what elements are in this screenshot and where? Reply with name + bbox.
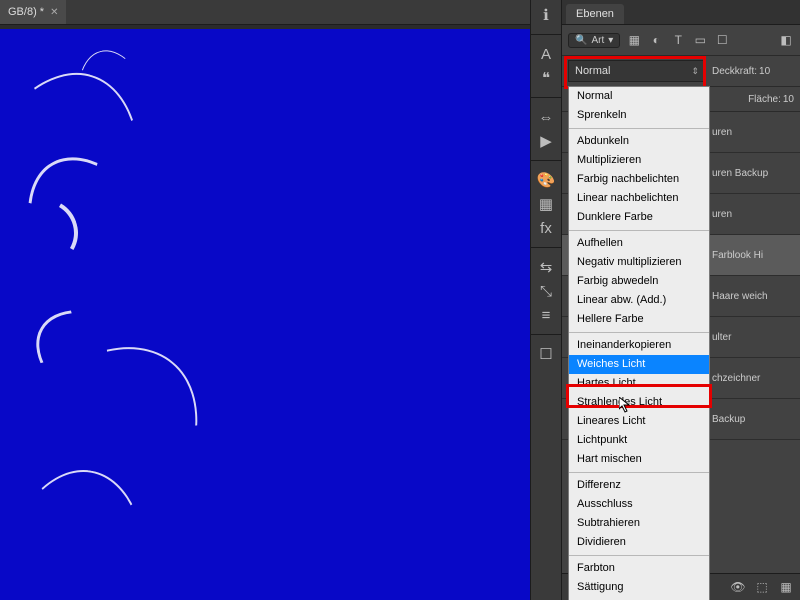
blend-option[interactable]: Hartes Licht: [569, 374, 709, 393]
layer-name: uren: [712, 209, 732, 220]
paragraph-icon[interactable]: ❝: [535, 67, 557, 89]
blend-option[interactable]: Ineinanderkopieren: [569, 336, 709, 355]
separator: [531, 97, 561, 98]
blend-option[interactable]: Farbig abwedeln: [569, 272, 709, 291]
blend-option[interactable]: Lineares Licht: [569, 412, 709, 431]
blend-option[interactable]: Strahlendes Licht: [569, 393, 709, 412]
filter-smart-icon[interactable]: ☐: [714, 32, 730, 48]
layer-filter-select[interactable]: 🔍 Art ▾: [568, 33, 620, 48]
blend-option[interactable]: Dunklere Farbe: [569, 208, 709, 227]
chevron-down-icon: ▾: [608, 35, 613, 46]
filter-pixel-icon[interactable]: ▦: [626, 32, 642, 48]
layer-name: uren: [712, 127, 732, 138]
align-icon[interactable]: ⤡: [535, 280, 557, 302]
blend-option[interactable]: Farbton: [569, 559, 709, 578]
document-title: GB/8) *: [8, 6, 44, 18]
document-tab-bar: GB/8) * ✕: [0, 0, 530, 25]
blend-option[interactable]: Hart mischen: [569, 450, 709, 469]
layer-name: Backup: [712, 414, 745, 425]
color-icon[interactable]: 🎨: [535, 169, 557, 191]
blend-option[interactable]: Linear abw. (Add.): [569, 291, 709, 310]
layer-name: Haare weich: [712, 291, 768, 302]
blend-option[interactable]: Linear nachbelichten: [569, 189, 709, 208]
filter-type-icon[interactable]: T: [670, 32, 686, 48]
separator: [531, 247, 561, 248]
filter-label: Art: [591, 35, 604, 46]
info-icon[interactable]: ℹ: [535, 4, 557, 26]
masks-icon[interactable]: ☐: [535, 343, 557, 365]
blend-mode-dropdown: Normal Sprenkeln Abdunkeln Multipliziere…: [568, 86, 710, 600]
filter-shape-icon[interactable]: ▭: [692, 32, 708, 48]
layers-filter-row: 🔍 Art ▾ ▦ ◐ T ▭ ☐ ◧: [562, 25, 800, 56]
search-icon: 🔍: [575, 35, 587, 46]
filter-adjust-icon[interactable]: ◐: [648, 32, 664, 48]
layer-name: Farblook Hi: [712, 250, 763, 261]
fill-label: Fläche:: [748, 94, 781, 105]
document-tab[interactable]: GB/8) * ✕: [0, 0, 66, 24]
mask-icon[interactable]: ⬚: [754, 579, 770, 595]
play-icon[interactable]: ▶: [535, 130, 557, 152]
right-panels: ℹ A ❝ ⇔ ▶ 🎨 ▦ fx ⇆ ⤡ ≡ ☐ Ebenen 🔍: [530, 0, 800, 600]
swatches-icon[interactable]: ▦: [535, 193, 557, 215]
blend-option[interactable]: Dividieren: [569, 533, 709, 552]
blend-option[interactable]: Farbig nachbelichten: [569, 170, 709, 189]
blend-option[interactable]: Lichtpunkt: [569, 431, 709, 450]
fill-value: 10: [783, 94, 794, 105]
transform-icon[interactable]: ⇆: [535, 256, 557, 278]
blend-option[interactable]: Negativ multiplizieren: [569, 253, 709, 272]
blend-option[interactable]: Differenz: [569, 476, 709, 495]
blend-option[interactable]: Hellere Farbe: [569, 310, 709, 329]
separator: [569, 230, 709, 231]
blend-option[interactable]: Normal: [569, 87, 709, 106]
blend-option[interactable]: Multiplizieren: [569, 151, 709, 170]
blend-mode-select[interactable]: Normal ⇕: [568, 60, 706, 82]
blend-option[interactable]: Subtrahieren: [569, 514, 709, 533]
blend-option[interactable]: Sättigung: [569, 578, 709, 597]
collapsed-panel-strip: ℹ A ❝ ⇔ ▶ 🎨 ▦ fx ⇆ ⤡ ≡ ☐: [530, 0, 562, 600]
app-root: GB/8) * ✕ ℹ A ❝ ⇔ ▶ 🎨 ▦ fx: [0, 0, 800, 600]
blend-mode-row: Normal ⇕ Deckkraft: 10 Normal Sprenkeln …: [562, 56, 800, 87]
styles-icon[interactable]: fx: [535, 217, 557, 239]
blend-option[interactable]: Abdunkeln: [569, 132, 709, 151]
canvas[interactable]: [0, 29, 530, 600]
close-icon[interactable]: ✕: [50, 7, 58, 18]
separator: [569, 128, 709, 129]
filter-toggle-icon[interactable]: ◧: [778, 32, 794, 48]
separator: [531, 34, 561, 35]
layers-panel: Ebenen 🔍 Art ▾ ▦ ◐ T ▭ ☐ ◧ Normal: [562, 0, 800, 600]
opacity-label: Deckkraft:: [712, 66, 757, 77]
separator: [569, 472, 709, 473]
blend-option[interactable]: Aufhellen: [569, 234, 709, 253]
layer-name: ulter: [712, 332, 731, 343]
separator: [531, 160, 561, 161]
chevron-updown-icon: ⇕: [691, 66, 699, 77]
separator: [531, 334, 561, 335]
layer-name: chzeichner: [712, 373, 760, 384]
list-icon[interactable]: ≡: [535, 304, 557, 326]
blend-option[interactable]: Sprenkeln: [569, 106, 709, 125]
document-area: GB/8) * ✕: [0, 0, 530, 600]
opacity-value: 10: [759, 66, 770, 77]
blend-option[interactable]: Ausschluss: [569, 495, 709, 514]
separator: [569, 332, 709, 333]
adjustments-icon[interactable]: ⇔: [535, 106, 557, 128]
blend-option-highlighted[interactable]: Weiches Licht: [569, 355, 709, 374]
folder-icon[interactable]: ▦: [778, 579, 794, 595]
character-icon[interactable]: A: [535, 43, 557, 65]
fill-field[interactable]: Fläche: 10: [748, 94, 794, 105]
link-icon[interactable]: 👁: [730, 579, 746, 595]
blend-mode-value: Normal: [575, 65, 610, 77]
opacity-field[interactable]: Deckkraft: 10: [712, 66, 770, 77]
separator: [569, 555, 709, 556]
panel-tab-bar: Ebenen: [562, 0, 800, 25]
layer-name: uren Backup: [712, 168, 768, 179]
tab-layers[interactable]: Ebenen: [566, 4, 624, 24]
